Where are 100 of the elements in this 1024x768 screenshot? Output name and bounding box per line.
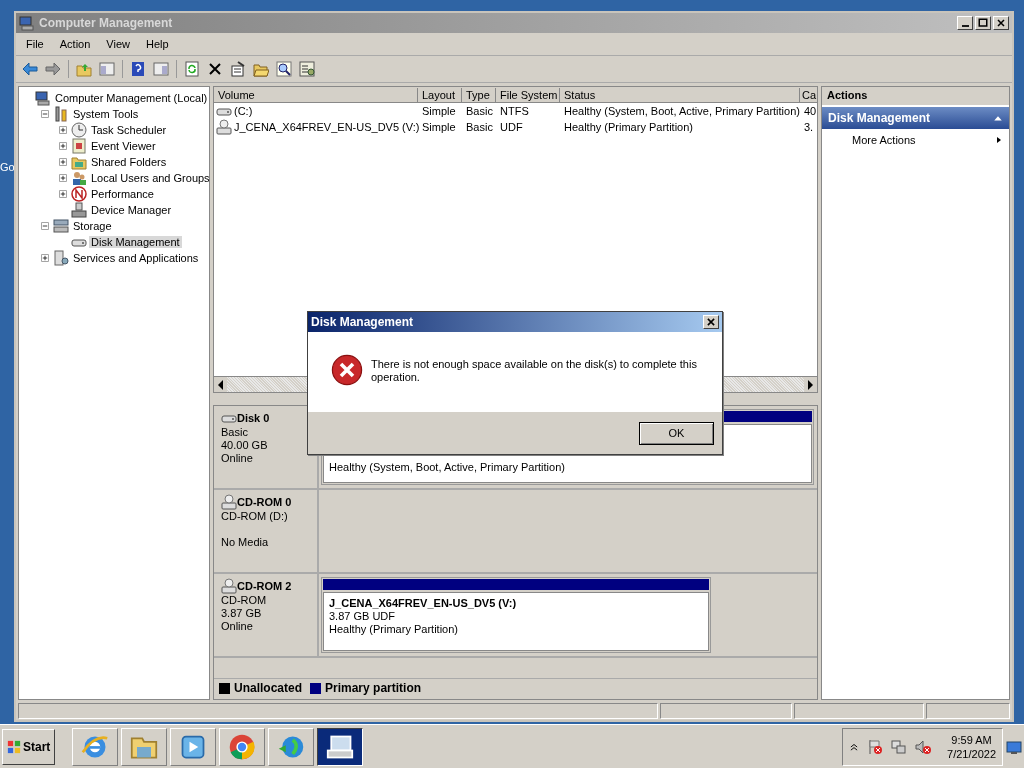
scroll-left-icon[interactable] — [218, 379, 223, 390]
disk-status: Online — [221, 620, 254, 633]
device-icon — [71, 202, 87, 218]
expand-icon[interactable] — [57, 172, 69, 184]
show-desktop-icon[interactable] — [1006, 738, 1022, 755]
settings-button[interactable] — [297, 59, 317, 79]
table-cell: Healthy (System, Boot, Active, Primary Partition) — [564, 105, 800, 117]
tree-item[interactable]: Device Manager — [89, 204, 174, 216]
gauge-icon — [71, 186, 87, 202]
close-icon — [706, 317, 716, 327]
clock-icon — [71, 122, 87, 138]
tree-item[interactable]: Task Scheduler — [89, 124, 169, 136]
desktop-icon-label[interactable]: Go — [0, 161, 15, 173]
tree-item[interactable]: Event Viewer — [89, 140, 158, 152]
table-cell: 3. — [804, 121, 814, 133]
menu-item[interactable]: File — [18, 38, 52, 50]
error-message: There is not enough space available on the disk(s) to complete this operation. — [371, 357, 698, 384]
speaker-icon[interactable] — [915, 738, 932, 755]
tree-item[interactable]: Local Users and Groups — [89, 172, 212, 184]
expand-icon[interactable] — [57, 124, 69, 136]
partition[interactable]: J_CENA_X64FREV_EN-US_DV5 (V:) 3.87 GB UDF Healthy (Primary Partition) — [321, 577, 711, 653]
ok-button[interactable]: OK — [639, 421, 714, 445]
menu-item[interactable]: Help — [137, 38, 177, 50]
expand-icon[interactable] — [57, 188, 69, 200]
refresh-icon — [184, 61, 200, 77]
properties-icon — [230, 61, 246, 77]
tree-item[interactable]: Services and Applications — [71, 252, 201, 264]
folder-up-icon — [76, 61, 92, 77]
disk-name: Disk 0 — [237, 412, 270, 424]
tree-item[interactable]: Storage — [71, 220, 114, 232]
scroll-right-icon[interactable] — [808, 379, 813, 390]
submenu-arrow-icon — [995, 135, 1003, 145]
panel-icon — [153, 61, 169, 77]
chevron-up-icon[interactable] — [849, 741, 860, 752]
action-link[interactable]: More Actions — [822, 129, 1009, 147]
clock[interactable]: 9:59 AM 7/21/2022 — [939, 732, 996, 761]
tree-item[interactable]: System Tools — [71, 108, 141, 120]
menu-item[interactable]: View — [98, 38, 138, 50]
computer-icon — [35, 90, 51, 106]
delete-icon — [207, 61, 223, 77]
menu-item[interactable]: Action — [51, 38, 99, 50]
table-cell: Basic — [466, 105, 493, 117]
disk-type: Basic — [221, 426, 249, 439]
column-header[interactable]: File System — [496, 87, 560, 103]
forward-icon — [45, 61, 61, 77]
actions-section-header[interactable]: Disk Management — [822, 107, 1009, 129]
settings-icon — [299, 61, 315, 77]
open-folder-icon — [253, 61, 269, 77]
magnifier-icon — [276, 61, 292, 77]
log-icon — [71, 138, 87, 154]
partition-status: Healthy (System, Boot, Active, Primary Partition) — [329, 461, 566, 474]
column-header[interactable]: Volume — [214, 87, 418, 103]
tree-item[interactable]: Performance — [89, 188, 156, 200]
expand-icon[interactable] — [57, 156, 69, 168]
table-cell: 40 — [804, 105, 817, 117]
table-cell: Simple — [422, 105, 456, 117]
partition-details: 3.87 GB UDF — [329, 610, 397, 623]
column-header[interactable]: Ca — [800, 87, 817, 103]
tree-item[interactable]: Disk Management — [89, 236, 182, 248]
legend-label: Unallocated — [234, 681, 302, 695]
column-header[interactable]: Status — [560, 87, 800, 103]
flag-icon[interactable] — [867, 738, 884, 755]
taskbar-button[interactable] — [317, 727, 364, 766]
table-cell: (C:) — [234, 105, 253, 117]
actions-header: Actions — [822, 87, 1009, 107]
tools-icon — [53, 106, 69, 122]
folder-icon — [71, 154, 87, 170]
browser-icon — [228, 732, 257, 761]
maximize-button[interactable] — [975, 16, 991, 30]
network-icon[interactable] — [891, 738, 908, 755]
dialog-title: Disk Management — [311, 315, 414, 329]
tree-item[interactable]: Computer Management (Local) — [53, 92, 210, 104]
minimize-button[interactable] — [957, 16, 973, 30]
expand-icon[interactable] — [57, 140, 69, 152]
table-cell: NTFS — [500, 105, 529, 117]
table-cell: Simple — [422, 121, 456, 133]
close-button[interactable] — [993, 16, 1009, 30]
magnifier-button[interactable] — [274, 59, 294, 79]
start-button[interactable]: Start — [2, 728, 56, 765]
services-icon — [53, 250, 69, 266]
panel-icon — [99, 61, 115, 77]
disk-status: Online — [221, 452, 254, 465]
column-header[interactable]: Layout — [418, 87, 462, 103]
back-icon — [22, 61, 38, 77]
close-button[interactable] — [703, 315, 719, 329]
disk-status: No Media — [221, 536, 270, 549]
disk-size: 40.00 GB — [221, 439, 269, 452]
collapse-icon[interactable] — [39, 108, 51, 120]
column-header[interactable]: Type — [462, 87, 496, 103]
expand-icon[interactable] — [39, 252, 51, 264]
disk-name: CD-ROM 2 — [237, 580, 292, 592]
partition-status: Healthy (Primary Partition) — [329, 623, 459, 636]
computer-icon — [19, 15, 35, 31]
partition-name: J_CENA_X64FREV_EN-US_DV5 (V:) — [329, 597, 518, 610]
tree-item[interactable]: Shared Folders — [89, 156, 169, 168]
disk-size: 3.87 GB — [221, 607, 263, 620]
disk-type: CD-ROM (D:) — [221, 510, 289, 523]
legend-label: Primary partition — [325, 681, 422, 695]
collapse-icon[interactable] — [39, 220, 51, 232]
table-cell: Basic — [466, 121, 493, 133]
